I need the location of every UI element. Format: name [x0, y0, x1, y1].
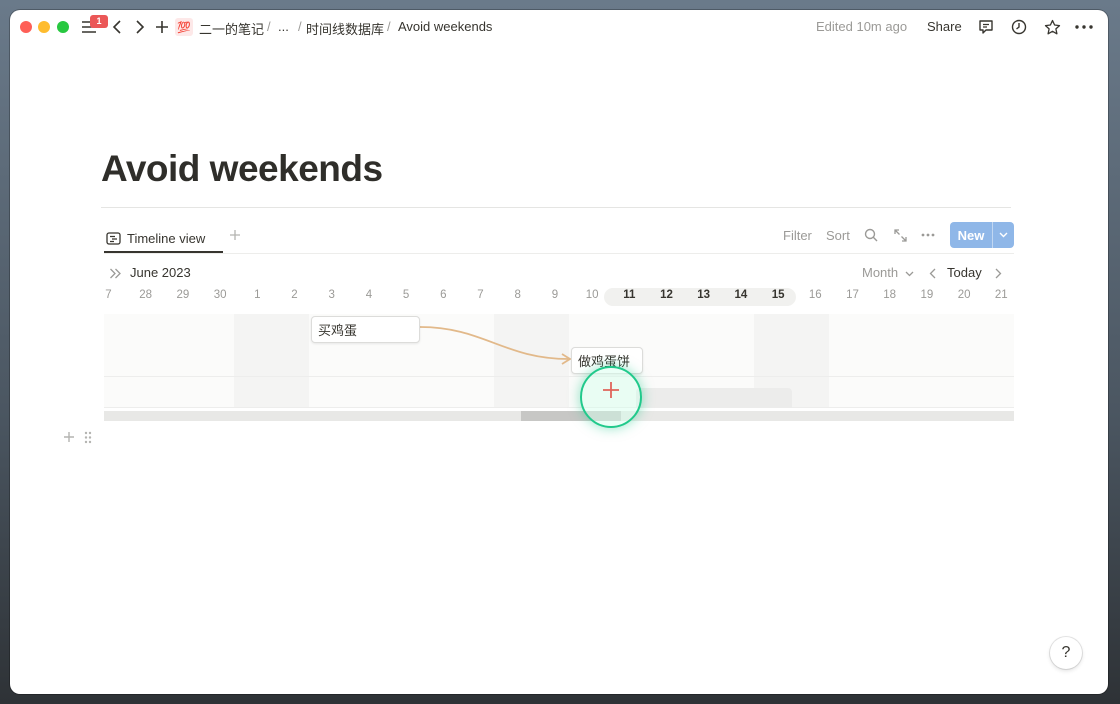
new-dropdown-chevron-icon[interactable]: [993, 232, 1014, 238]
sort-button[interactable]: Sort: [826, 228, 850, 243]
month-label: June 2023: [130, 265, 191, 280]
back-icon[interactable]: [109, 18, 125, 36]
favorite-star-icon[interactable]: [1043, 18, 1061, 36]
view-more-options-icon[interactable]: [919, 227, 937, 243]
day-label: 18: [883, 289, 897, 301]
day-label: 10: [585, 289, 599, 301]
tab-timeline-view[interactable]: Timeline view: [106, 223, 205, 253]
today-button[interactable]: Today: [947, 265, 982, 280]
breadcrumb-database[interactable]: 时间线数据库: [306, 19, 384, 38]
close-window-button[interactable]: [20, 21, 32, 33]
day-label: 14: [734, 289, 748, 301]
day-label: 28: [139, 289, 153, 301]
day-label: 16: [808, 289, 822, 301]
title-divider: [101, 207, 1011, 208]
horizontal-scrollbar[interactable]: [104, 411, 1014, 421]
day-label: 3: [328, 289, 335, 301]
tab-label: Timeline view: [127, 230, 206, 246]
new-button[interactable]: New: [950, 222, 1014, 248]
day-label: 5: [402, 289, 410, 301]
day-label: 4: [365, 289, 373, 301]
day-label: 7: [477, 289, 484, 301]
page-emoji-icon: 💯: [175, 18, 193, 36]
day-label: 6: [440, 289, 447, 301]
previous-period-icon[interactable]: [925, 266, 939, 280]
page-title[interactable]: Avoid weekends: [101, 148, 383, 190]
day-label: 17: [846, 289, 859, 301]
new-button-label: New: [957, 227, 985, 243]
expand-icon[interactable]: [892, 227, 908, 243]
day-label: 30: [213, 289, 227, 301]
zoom-scale-select[interactable]: Month: [862, 265, 914, 280]
forward-icon[interactable]: [132, 18, 148, 36]
crosshair-cursor-icon: [601, 380, 621, 400]
comments-icon[interactable]: [977, 18, 995, 36]
breadcrumb-separator: /: [298, 19, 302, 34]
timeline-icon: [106, 231, 121, 245]
app-window: 1 💯 二一的笔记 / ... / 时间线数据库 / Avoid weekend…: [10, 10, 1108, 694]
timeline-grid[interactable]: 买鸡蛋 做鸡蛋饼: [104, 314, 1014, 408]
day-header-row: 7 28 29 30 1 2 3 4 5 6 7 8 9 10 11 12 13 14 15 16 17 18 19 20 21: [104, 287, 1014, 307]
breadcrumb-separator: /: [387, 19, 391, 34]
day-label: 15: [771, 289, 785, 301]
day-label: 29: [176, 289, 190, 301]
filter-button[interactable]: Filter: [783, 228, 812, 243]
day-label: 8: [514, 289, 521, 301]
day-label: 12: [660, 289, 673, 301]
updates-clock-icon[interactable]: [1010, 18, 1028, 36]
zoom-scale-label: Month: [862, 265, 899, 280]
breadcrumb-separator: /: [267, 19, 271, 34]
day-label: 11: [623, 289, 636, 301]
add-view-plus-icon[interactable]: [228, 228, 242, 242]
new-page-plus-icon[interactable]: [153, 18, 171, 36]
day-label: 7: [105, 289, 112, 301]
minimize-window-button[interactable]: [38, 21, 50, 33]
day-label: 9: [551, 289, 559, 301]
breadcrumb-ellipsis[interactable]: ...: [278, 19, 289, 34]
search-icon[interactable]: [863, 227, 879, 243]
day-label: 13: [697, 289, 711, 301]
add-block-plus-icon[interactable]: [62, 430, 76, 444]
dependency-arrow: [419, 326, 572, 365]
breadcrumb-current-page[interactable]: Avoid weekends: [398, 19, 492, 34]
day-label: 21: [994, 289, 1008, 301]
next-period-icon[interactable]: [991, 266, 1005, 280]
open-sidebar-double-chevron-icon[interactable]: [108, 266, 122, 280]
top-bar: 1 💯 二一的笔记 / ... / 时间线数据库 / Avoid weekend…: [10, 10, 1108, 44]
drag-handle-icon[interactable]: [82, 430, 94, 444]
breadcrumb-workspace[interactable]: 二一的笔记: [199, 19, 264, 38]
timeline-item-title: 买鸡蛋: [318, 323, 358, 338]
day-label: 20: [957, 289, 971, 301]
help-button[interactable]: ?: [1050, 637, 1082, 669]
day-label: 1: [254, 289, 261, 301]
share-button[interactable]: Share: [927, 19, 962, 34]
more-options-icon[interactable]: [1074, 18, 1094, 36]
day-label: 19: [920, 289, 934, 301]
timeline-item-card[interactable]: 买鸡蛋: [311, 316, 420, 343]
day-label: 2: [291, 289, 298, 301]
edited-timestamp: Edited 10m ago: [816, 19, 908, 34]
tab-bar-divider: [104, 253, 1014, 254]
zoom-window-button[interactable]: [57, 21, 69, 33]
notification-badge: 1: [90, 15, 108, 28]
